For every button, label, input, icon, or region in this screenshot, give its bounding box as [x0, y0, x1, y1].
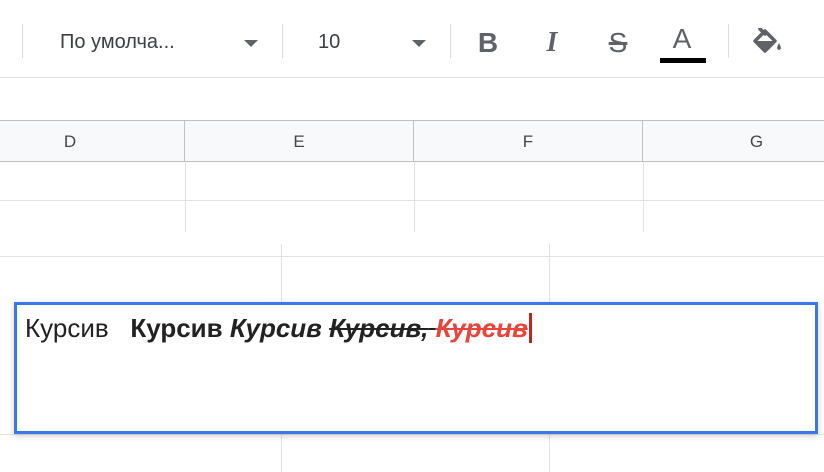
- column-header-label: E: [293, 131, 305, 151]
- gridline: [643, 162, 644, 232]
- column-header-e[interactable]: E: [185, 121, 414, 162]
- column-header-d[interactable]: D: [0, 121, 185, 162]
- cell-rich-text[interactable]: Курсив Курсив Курсив Курсив, Курсив: [25, 313, 532, 344]
- toolbar-separator: [728, 24, 729, 58]
- italic-button[interactable]: I: [532, 22, 572, 64]
- bold-icon: B: [477, 27, 499, 58]
- column-header-row: D E F G: [0, 120, 824, 162]
- chevron-down-icon: [412, 40, 426, 47]
- text-color-indicator: [660, 58, 706, 63]
- column-header-label: D: [63, 131, 77, 151]
- column-header-g[interactable]: G: [643, 121, 824, 162]
- text-segment-bold-italic: Курсив: [229, 313, 322, 343]
- gridline: [414, 162, 415, 232]
- paint-bucket-icon: [753, 28, 781, 53]
- column-header-label: G: [749, 131, 764, 151]
- gridline: [0, 434, 824, 435]
- font-size-value: 10: [318, 31, 341, 53]
- column-header-label: F: [522, 131, 534, 151]
- font-family-value: По умолча...: [60, 31, 175, 53]
- gridline: [185, 162, 186, 232]
- text-space-strikethrough: [428, 313, 435, 343]
- text-segment-plain: Курсив: [25, 313, 109, 343]
- toolbar-separator: [450, 24, 451, 58]
- text-segment-red-strikethrough: Курсив: [435, 313, 528, 343]
- text-segment-strikethrough: Курсив,: [329, 313, 429, 343]
- text-segment-bold: Курсив: [130, 313, 223, 343]
- text-color-icon: A: [672, 23, 692, 54]
- formatting-toolbar: По умолча... 10 B I S A: [0, 0, 824, 78]
- font-family-dropdown[interactable]: По умолча...: [40, 22, 270, 62]
- cell-grid-upper[interactable]: [0, 162, 824, 232]
- strikethrough-icon: S: [608, 27, 628, 58]
- chevron-down-icon: [244, 40, 258, 47]
- toolbar-separator: [282, 24, 283, 58]
- text-cursor: [528, 313, 532, 343]
- fill-color-button[interactable]: [748, 22, 788, 64]
- toolbar-separator: [22, 24, 23, 58]
- gridline: [0, 256, 824, 257]
- bold-button[interactable]: B: [468, 22, 508, 64]
- active-cell-editor[interactable]: Курсив Курсив Курсив Курсив, Курсив: [14, 302, 818, 434]
- column-header-f[interactable]: F: [414, 121, 643, 162]
- font-size-dropdown[interactable]: 10: [298, 22, 438, 62]
- italic-icon: I: [546, 27, 558, 58]
- strikethrough-button[interactable]: S: [598, 22, 638, 64]
- gridline: [0, 200, 824, 201]
